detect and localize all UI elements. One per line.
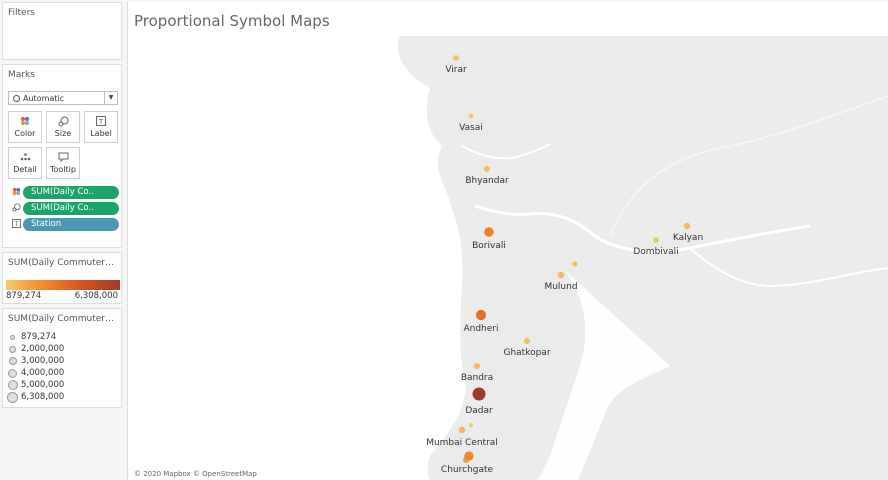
station-mark-mumbai-central[interactable]	[458, 426, 466, 434]
size-legend-label: 5,000,000	[21, 380, 65, 390]
creek-water	[474, 204, 811, 253]
tooltip-card-label: Tooltip	[50, 165, 76, 174]
color-dots-icon	[11, 187, 21, 198]
sea-area	[130, 36, 466, 480]
page-title: Proportional Symbol Maps	[134, 12, 330, 30]
tableau-workspace: Filters Marks Automatic ▼ Color Size T L…	[0, 0, 888, 480]
size-swatch	[8, 368, 17, 378]
size-legend-item: 2,000,000	[7, 343, 64, 355]
size-swatch	[10, 334, 15, 340]
size-legend-label: 6,308,000	[21, 392, 65, 402]
size-legend-item: 879,274	[7, 331, 56, 343]
size-card-label: Size	[54, 129, 72, 138]
color-gradient-bar	[6, 280, 120, 290]
size-measure-pill[interactable]: SUM(Daily Co..	[23, 202, 119, 215]
color-legend-min: 879,274	[6, 291, 42, 301]
map-attribution: © 2020 Mapbox © OpenStreetMap	[134, 470, 257, 478]
color-card-label: Color	[14, 129, 36, 138]
color-dots-icon	[20, 116, 30, 129]
station-label: Bandra	[461, 373, 493, 383]
color-measure-pill[interactable]: SUM(Daily Co..	[23, 186, 119, 199]
size-swatch	[7, 391, 18, 403]
river-water	[609, 95, 888, 237]
marks-card: Marks Automatic ▼ Color Size T Label Det…	[2, 64, 122, 248]
size-legend-label: 4,000,000	[21, 368, 65, 378]
tooltip-icon	[58, 152, 69, 165]
station-label: Vasai	[459, 123, 483, 133]
size-swatch	[9, 357, 17, 365]
filters-title: Filters	[8, 8, 35, 18]
chevron-down-icon[interactable]: ▼	[104, 92, 117, 104]
map-svg[interactable]: Virar Vasai Bhyandar Borivali Kalyan Dombival…	[130, 36, 888, 480]
size-icon	[11, 203, 21, 214]
station-label: Borivali	[472, 241, 506, 251]
station-mark-mulund[interactable]	[557, 271, 565, 279]
mark-type-label: Automatic	[23, 93, 65, 103]
station-mark-bhyandar[interactable]	[483, 165, 491, 173]
river-water	[689, 247, 888, 288]
station-mark-bandra[interactable]	[473, 362, 481, 370]
filters-shelf[interactable]: Filters	[2, 2, 122, 60]
station-mark-dombivali[interactable]	[653, 237, 659, 243]
detail-icon	[20, 152, 31, 165]
size-legend-title[interactable]: SUM(Daily Commuter C...	[3, 309, 121, 324]
size-swatch	[8, 380, 18, 390]
svg-text:T: T	[98, 118, 104, 126]
label-pill-row: T Station	[11, 218, 119, 231]
detail-card-button[interactable]: Detail	[8, 147, 42, 179]
station-mark-andheri[interactable]	[475, 309, 487, 321]
color-legend-max: 6,308,000	[74, 291, 118, 301]
detail-card-label: Detail	[13, 165, 37, 174]
size-icon	[58, 116, 69, 129]
label-card-label: Label	[90, 129, 112, 138]
size-legend-item: 5,000,000	[7, 379, 64, 391]
size-swatch	[9, 345, 16, 353]
station-mark[interactable]	[572, 261, 578, 267]
color-legend-title[interactable]: SUM(Daily Commuter C...	[3, 253, 121, 268]
size-legend-item: 3,000,000	[7, 355, 64, 367]
marks-title: Marks	[8, 70, 35, 80]
size-legend: SUM(Daily Commuter C... 879,274 2,000,00…	[2, 308, 122, 408]
station-label: Virar	[445, 65, 467, 75]
station-label: Ghatkopar	[503, 348, 550, 358]
circle-mark-icon	[13, 94, 20, 102]
map-view[interactable]: Virar Vasai Bhyandar Borivali Kalyan Dombival…	[130, 36, 888, 480]
creek-water	[461, 143, 551, 160]
size-legend-item: 4,000,000	[7, 367, 64, 379]
viz-canvas: Proportional Symbol Maps Virar Vasai Bhyan…	[127, 2, 888, 480]
station-mark-ghatkopar[interactable]	[523, 337, 531, 345]
station-label: Bhyandar	[465, 176, 509, 186]
station-label: Mulund	[544, 282, 577, 292]
station-mark-borivali[interactable]	[484, 227, 494, 237]
size-legend-label: 879,274	[21, 332, 57, 342]
size-pill-row: SUM(Daily Co..	[11, 202, 119, 215]
station-label: Dadar	[465, 406, 493, 416]
station-dimension-pill[interactable]: Station	[23, 218, 119, 231]
color-pill-row: SUM(Daily Co..	[11, 186, 119, 199]
station-mark-churchgate[interactable]	[464, 451, 474, 461]
station-label: Andheri	[463, 324, 498, 334]
station-label: Dombivali	[633, 247, 678, 257]
size-card-button[interactable]: Size	[46, 111, 80, 143]
station-mark-dadar[interactable]	[472, 387, 486, 401]
svg-text:T: T	[13, 221, 18, 228]
tooltip-card-button[interactable]: Tooltip	[46, 147, 80, 179]
label-icon: T	[11, 219, 21, 230]
label-icon: T	[96, 116, 106, 129]
station-mark[interactable]	[469, 423, 473, 427]
size-legend-label: 3,000,000	[21, 356, 65, 366]
color-legend: SUM(Daily Commuter C... 879,274 6,308,00…	[2, 252, 122, 304]
station-mark-vasai[interactable]	[468, 113, 474, 119]
station-label: Churchgate	[441, 465, 494, 475]
size-legend-label: 2,000,000	[21, 344, 65, 354]
station-mark-virar[interactable]	[453, 55, 459, 61]
size-legend-item: 6,308,000	[7, 391, 64, 403]
station-mark-kalyan[interactable]	[683, 222, 691, 230]
mark-type-dropdown[interactable]: Automatic ▼	[8, 91, 118, 105]
station-label: Mumbai Central	[426, 438, 498, 448]
color-card-button[interactable]: Color	[8, 111, 42, 143]
label-card-button[interactable]: T Label	[84, 111, 118, 143]
station-label: Kalyan	[673, 233, 703, 243]
harbor-water	[536, 266, 670, 480]
